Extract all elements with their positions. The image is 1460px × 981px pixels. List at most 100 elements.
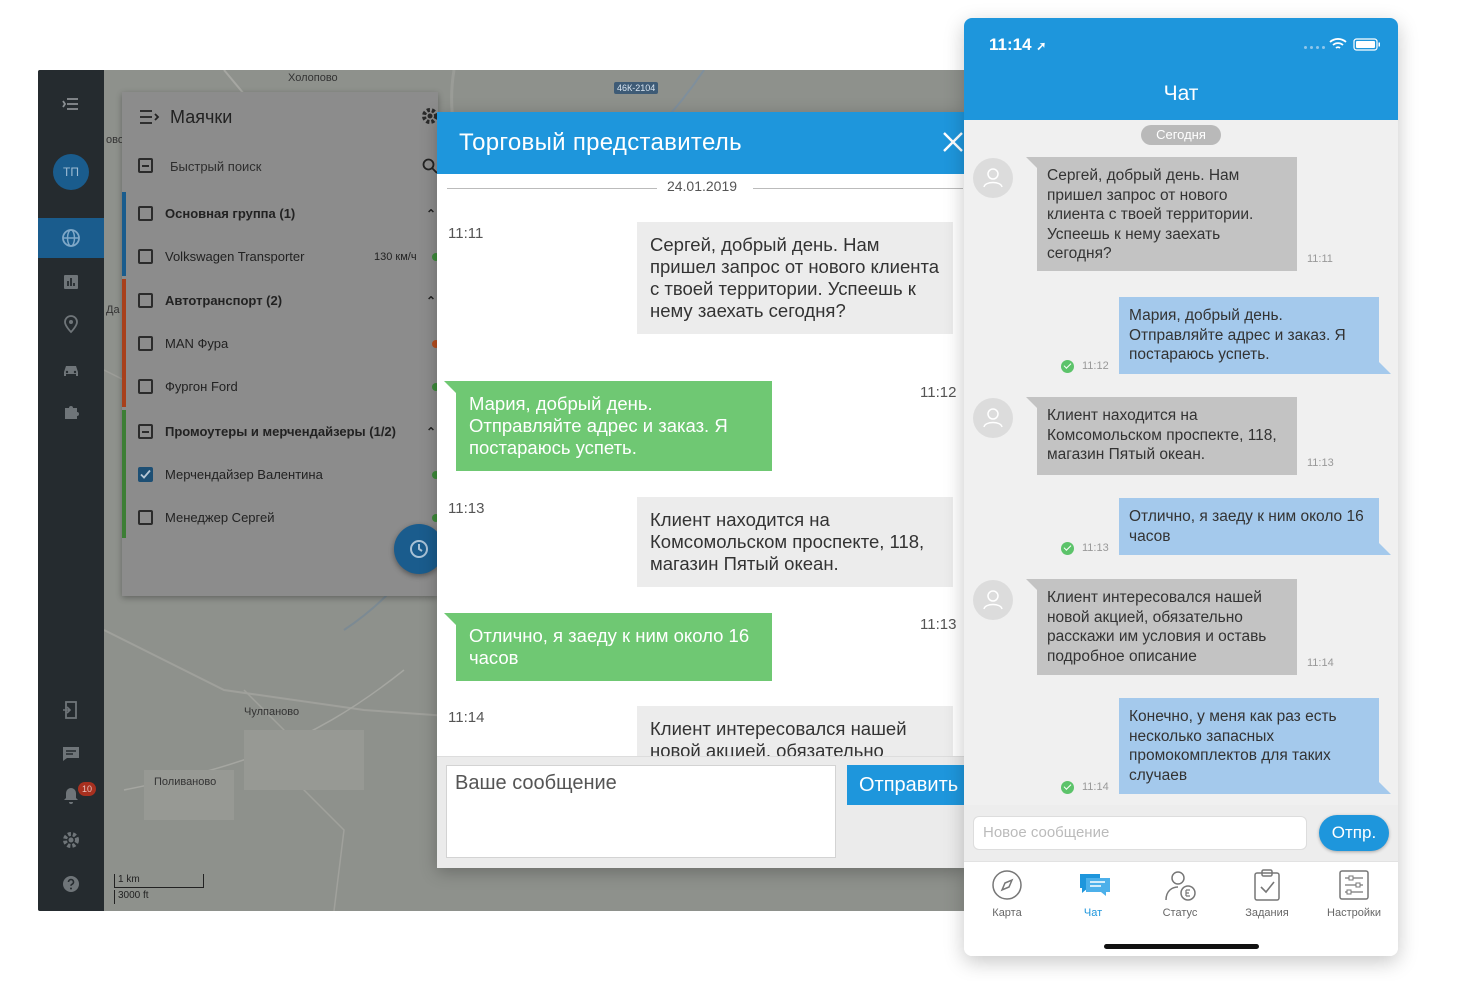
message-time: 11:12	[1082, 360, 1109, 372]
avatar	[973, 158, 1013, 198]
messages-icon[interactable]	[38, 734, 104, 774]
clipboard-icon	[1254, 869, 1280, 901]
beacon-checkbox[interactable]	[138, 249, 153, 264]
phone-header: 11:14 ➚ Чат	[964, 18, 1398, 120]
collapse-menu-icon[interactable]	[38, 84, 104, 124]
message-time: 11:11	[448, 225, 484, 242]
message-time: 11:13	[1082, 542, 1109, 554]
send-button[interactable]: Отпр.	[1319, 815, 1389, 851]
day-separator: Сегодня	[1141, 125, 1221, 145]
chat-window: Торговый представитель 24.01.2019 11:11 …	[437, 112, 972, 868]
map-label: Чулпаново	[244, 706, 300, 718]
tab-chat[interactable]: Чат	[1050, 868, 1136, 926]
group-checkbox[interactable]	[138, 293, 153, 308]
delivered-check-icon	[1061, 781, 1074, 794]
avatar	[973, 398, 1013, 438]
message-time: 11:14	[1082, 781, 1109, 793]
beacon-speed: 130 км/ч	[374, 250, 417, 263]
tab-map[interactable]: Карта	[964, 868, 1050, 926]
user-avatar[interactable]: ТП	[53, 154, 89, 190]
select-all-checkbox[interactable]	[138, 158, 153, 173]
delivered-check-icon	[1061, 360, 1074, 373]
quick-search[interactable]: Быстрый поиск	[122, 144, 438, 188]
beacon-row[interactable]: Фургон Ford	[122, 365, 440, 408]
user-icon	[983, 168, 1003, 188]
beacon-label: Volkswagen Transporter	[165, 249, 305, 264]
tab-label: Чат	[1083, 907, 1103, 919]
beacon-checkbox[interactable]	[138, 467, 153, 482]
tab-tasks[interactable]: Задания	[1224, 868, 1310, 926]
chevron-up-icon[interactable]: ⌃	[426, 294, 436, 308]
group-label: Промоутеры и мерчендайзеры (1/2)	[165, 424, 396, 439]
new-message-input[interactable]: Новое сообщение	[973, 816, 1307, 850]
beacon-checkbox[interactable]	[138, 510, 153, 525]
group-row[interactable]: Промоутеры и мерчендайзеры (1/2) ⌃	[122, 410, 438, 453]
close-icon[interactable]	[941, 130, 965, 154]
scale-ft: 3000 ft	[114, 890, 174, 904]
group-checkbox[interactable]	[138, 424, 153, 439]
message-time: 11:13	[920, 616, 957, 633]
location-pin-icon[interactable]	[38, 304, 104, 344]
incoming-message: Сергей, добрый день. Нам пришел запрос о…	[1026, 157, 1333, 271]
beacon-label: Мерчендайзер Валентина	[165, 467, 323, 482]
location-arrow-icon: ➚	[1036, 39, 1047, 53]
tab-status[interactable]: Статус	[1137, 868, 1223, 926]
beacon-row[interactable]: Менеджер Сергей	[122, 496, 440, 539]
chevron-up-icon[interactable]: ⌃	[426, 425, 436, 439]
message-text: Сергей, добрый день. Нам пришел запрос о…	[1047, 167, 1254, 262]
message-text: Клиент интересовался нашей новой акцией,…	[1047, 589, 1267, 665]
exit-door-icon[interactable]	[38, 690, 104, 730]
gear-icon[interactable]	[38, 820, 104, 860]
outgoing-message: Отлично, я заеду к ним около 16 часов	[1119, 498, 1391, 555]
map-label: Да	[106, 304, 120, 316]
compass-icon	[992, 870, 1022, 900]
send-button[interactable]: Отправить	[847, 765, 972, 805]
map-label: Холопово	[288, 72, 338, 84]
beacon-row[interactable]: Мерчендайзер Валентина	[122, 453, 440, 496]
avatar	[973, 580, 1013, 620]
tab-settings[interactable]: Настройки	[1311, 868, 1397, 926]
map-label: Поливаново	[154, 776, 217, 788]
beacon-label: Менеджер Сергей	[165, 510, 275, 525]
incoming-message: Клиент находится на Комсомольском проспе…	[637, 497, 953, 587]
phone-input-bar: Новое сообщение Отпр.	[964, 805, 1398, 861]
message-time: 11:13	[448, 500, 485, 517]
help-icon[interactable]	[38, 864, 104, 904]
beacons-panel: Маячки Быстрый поиск Основная группа (1)…	[122, 92, 440, 596]
beacon-row[interactable]: Volkswagen Transporter 130 км/ч	[122, 235, 440, 278]
message-time: 11:11	[1307, 252, 1333, 265]
message-input[interactable]: Ваше сообщение	[446, 765, 836, 858]
message-time: 11:14	[448, 709, 485, 726]
globe-icon[interactable]	[38, 218, 104, 258]
outgoing-message: Мария, добрый день. Отправляйте адрес и …	[1119, 297, 1391, 374]
group-label: Основная группа (1)	[165, 206, 296, 221]
group-row[interactable]: Автотранспорт (2) ⌃	[122, 279, 438, 322]
incoming-message: Клиент интересовался нашей новой акцией,…	[1026, 579, 1334, 675]
car-icon[interactable]	[38, 350, 104, 390]
signal-icon	[1304, 40, 1325, 49]
phone-message-list[interactable]: Сегодня Сергей, добрый день. Нам пришел …	[964, 120, 1398, 805]
delivered-check-icon	[1061, 542, 1074, 555]
message-time: 11:12	[920, 384, 957, 401]
beacon-label: Фургон Ford	[165, 379, 238, 394]
status-time-text: 11:14	[989, 35, 1032, 54]
group-row[interactable]: Основная группа (1) ⌃	[122, 192, 438, 235]
chevron-up-icon[interactable]: ⌃	[426, 207, 436, 221]
beacon-checkbox[interactable]	[138, 336, 153, 351]
beacon-checkbox[interactable]	[138, 379, 153, 394]
menu-collapse-icon[interactable]	[140, 109, 160, 125]
message-list[interactable]: 11:11 Сергей, добрый день. Нам пришел за…	[437, 208, 967, 756]
reports-icon[interactable]	[38, 262, 104, 302]
tab-label: Настройки	[1327, 907, 1381, 919]
group-label: Автотранспорт (2)	[165, 293, 283, 308]
home-indicator	[1104, 944, 1259, 949]
panel-title: Маячки	[170, 106, 233, 127]
puzzle-icon[interactable]	[38, 392, 104, 432]
bell-icon[interactable]	[38, 776, 104, 816]
chat-date: 24.01.2019	[666, 178, 738, 194]
tab-label: Статус	[1162, 907, 1198, 919]
message-text: Клиент находится на Комсомольском проспе…	[1047, 407, 1277, 463]
beacon-row[interactable]: MAN Фура	[122, 322, 440, 365]
group-checkbox[interactable]	[138, 206, 153, 221]
search-icon[interactable]	[422, 158, 438, 174]
